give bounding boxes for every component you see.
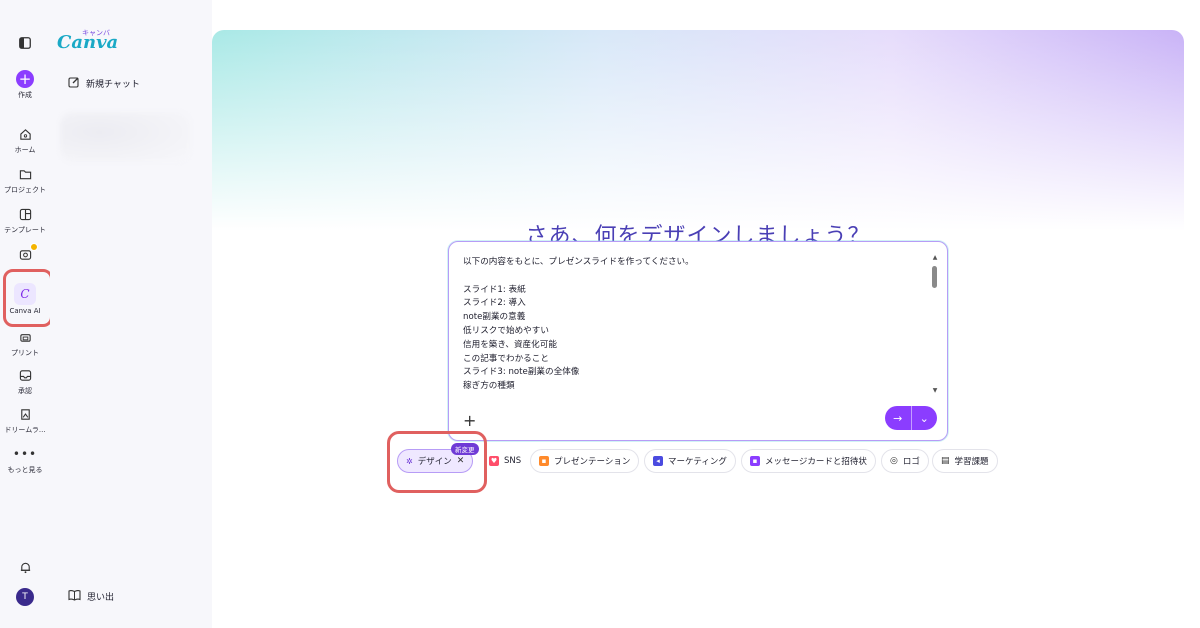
presentation-icon: ▪ [539,456,549,466]
sidebar-item-approval[interactable]: 承認 [0,366,50,396]
sidebar-item-label: テンプレート [4,226,46,234]
chip-sns[interactable]: ♥ SNS [480,449,530,473]
prompt-line: この記事でわかること [463,353,549,364]
memories-label: 思い出 [87,593,115,603]
sidebar-item-label: ドリームラ... [4,426,46,434]
sidebar-item-home[interactable]: ホーム [0,125,50,155]
megaphone-icon: ◂ [653,456,663,466]
scroll-up-icon[interactable]: ▲ [931,254,939,261]
print-icon [16,328,34,346]
highlight-annotation [3,269,53,327]
scroll-thumb[interactable] [932,266,937,288]
prompt-line: 以下の内容をもとに、プレゼンスライドを作ってください。 [463,257,694,267]
chip-label: メッセージカードと招待状 [765,457,867,467]
inbox-icon [16,366,34,384]
scroll-down-icon[interactable]: ▼ [931,387,939,394]
prompt-line [463,270,923,284]
sidebar-item-label: 作成 [18,91,32,99]
plus-icon: + [16,70,34,88]
sidebar-item-dream-lab[interactable]: ドリームラ... [0,405,50,435]
icon-rail: + 作成 ホーム プロジェクト テンプレート C Canva AI プリント 承… [0,0,53,628]
sidebar-item-more[interactable]: ••• もっと見る [0,445,50,475]
prompt-line: スライド1: 表紙 [463,284,526,295]
notifications-button[interactable] [0,558,50,576]
sidebar-item-print[interactable]: プリント [0,328,50,358]
sidebar-toggle[interactable] [0,34,50,52]
chip-marketing[interactable]: ◂ マーケティング [644,449,736,473]
avatar: T [16,588,34,606]
highlight-annotation [387,431,487,493]
panel-toggle-icon [16,34,34,52]
send-button-group[interactable]: → ⌄ [885,406,937,430]
new-chat-button[interactable]: 新規チャット [68,76,140,91]
chip-label: ロゴ [902,457,920,467]
prompt-line: スライド3: note副業の全体像 [463,367,580,378]
chip-presentation[interactable]: ▪ プレゼンテーション [530,449,640,473]
logo-icon: ◎ [890,456,898,466]
notification-badge [30,243,38,251]
chip-label: SNS [504,456,522,466]
new-chat-label: 新規チャット [86,80,140,90]
chevron-down-icon[interactable]: ⌄ [912,406,938,430]
sidebar-item-create[interactable]: + 作成 [0,70,50,100]
sidebar-item-templates[interactable]: テンプレート [0,205,50,235]
sidebar-item-label: ホーム [14,146,36,154]
sidebar-item-label: もっと見る [7,466,43,474]
prompt-scrollbar[interactable]: ▲ ▼ [931,254,939,394]
chip-study[interactable]: ▤ 学習課題 [932,449,998,473]
more-dots-icon: ••• [12,447,38,461]
bell-icon [16,558,34,576]
card-icon: ▪ [750,456,760,466]
home-icon [16,125,34,143]
sidebar-item-label: 承認 [18,387,32,395]
add-attachment-button[interactable]: + [463,411,476,430]
book-icon [68,589,81,604]
send-arrow-icon[interactable]: → [885,406,911,430]
canva-logo-kana: キャンバ [82,29,110,37]
sidebar-item-label: プロジェクト [4,186,46,194]
chat-panel [50,0,212,628]
chip-label: マーケティング [668,457,727,467]
prompt-text[interactable]: 以下の内容をもとに、プレゼンスライドを作ってください。 スライド1: 表紙 スラ… [463,256,923,394]
prompt-line: 低リスクで始めやすい [463,325,549,336]
chip-label: プレゼンテーション [554,457,631,467]
prompt-line: スライド2: 導入 [463,298,526,309]
sidebar-item-brand[interactable] [0,243,50,263]
account-button[interactable]: T [0,588,50,606]
prompt-input[interactable]: 以下の内容をもとに、プレゼンスライドを作ってください。 スライド1: 表紙 スラ… [448,241,948,441]
dream-lab-icon [16,405,34,423]
chat-history-placeholder [60,112,190,162]
notebook-icon: ▤ [941,456,950,466]
chip-message-card[interactable]: ▪ メッセージカードと招待状 [741,449,876,473]
sidebar-item-projects[interactable]: プロジェクト [0,165,50,195]
chip-label: 学習課題 [954,457,989,467]
edit-icon [68,76,80,91]
folder-icon [16,165,34,183]
memories-button[interactable]: 思い出 [68,589,114,604]
sidebar-item-label: プリント [11,349,39,357]
chip-logo[interactable]: ◎ ロゴ [881,449,929,473]
prompt-line: 稼ぎ方の種類 [463,381,515,392]
prompt-line: note副業の意義 [463,312,526,323]
heart-icon: ♥ [489,456,499,466]
prompt-line: 信用を築き、資産化可能 [463,339,557,350]
template-icon [16,205,34,223]
